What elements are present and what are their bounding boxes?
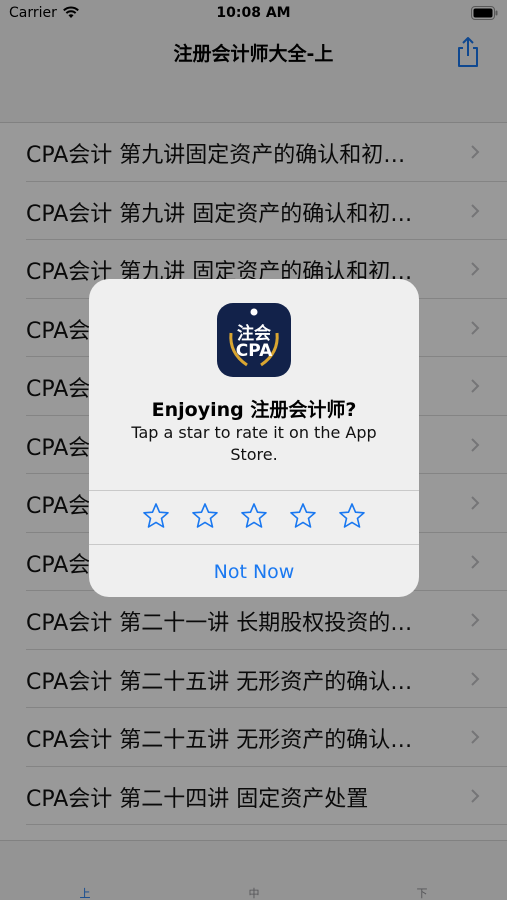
not-now-button[interactable]: Not Now — [89, 561, 419, 583]
alert-title: Enjoying 注册会计师? — [151, 399, 357, 421]
star-rating — [89, 501, 419, 533]
star-5-icon[interactable] — [337, 501, 367, 531]
app-icon-label-bottom: CPA — [235, 341, 273, 361]
star-4-icon[interactable] — [288, 501, 318, 531]
alert-message: Tap a star to rate it on the App Store. — [131, 423, 377, 464]
app-icon: 注会 CPA — [217, 303, 291, 377]
rating-alert: 注会 CPA Enjoying 注册会计师? Tap a star to rat… — [89, 279, 419, 597]
star-3-icon[interactable] — [239, 501, 269, 531]
star-1-icon[interactable] — [141, 501, 171, 531]
divider — [89, 490, 419, 491]
star-2-icon[interactable] — [190, 501, 220, 531]
divider — [89, 544, 419, 545]
